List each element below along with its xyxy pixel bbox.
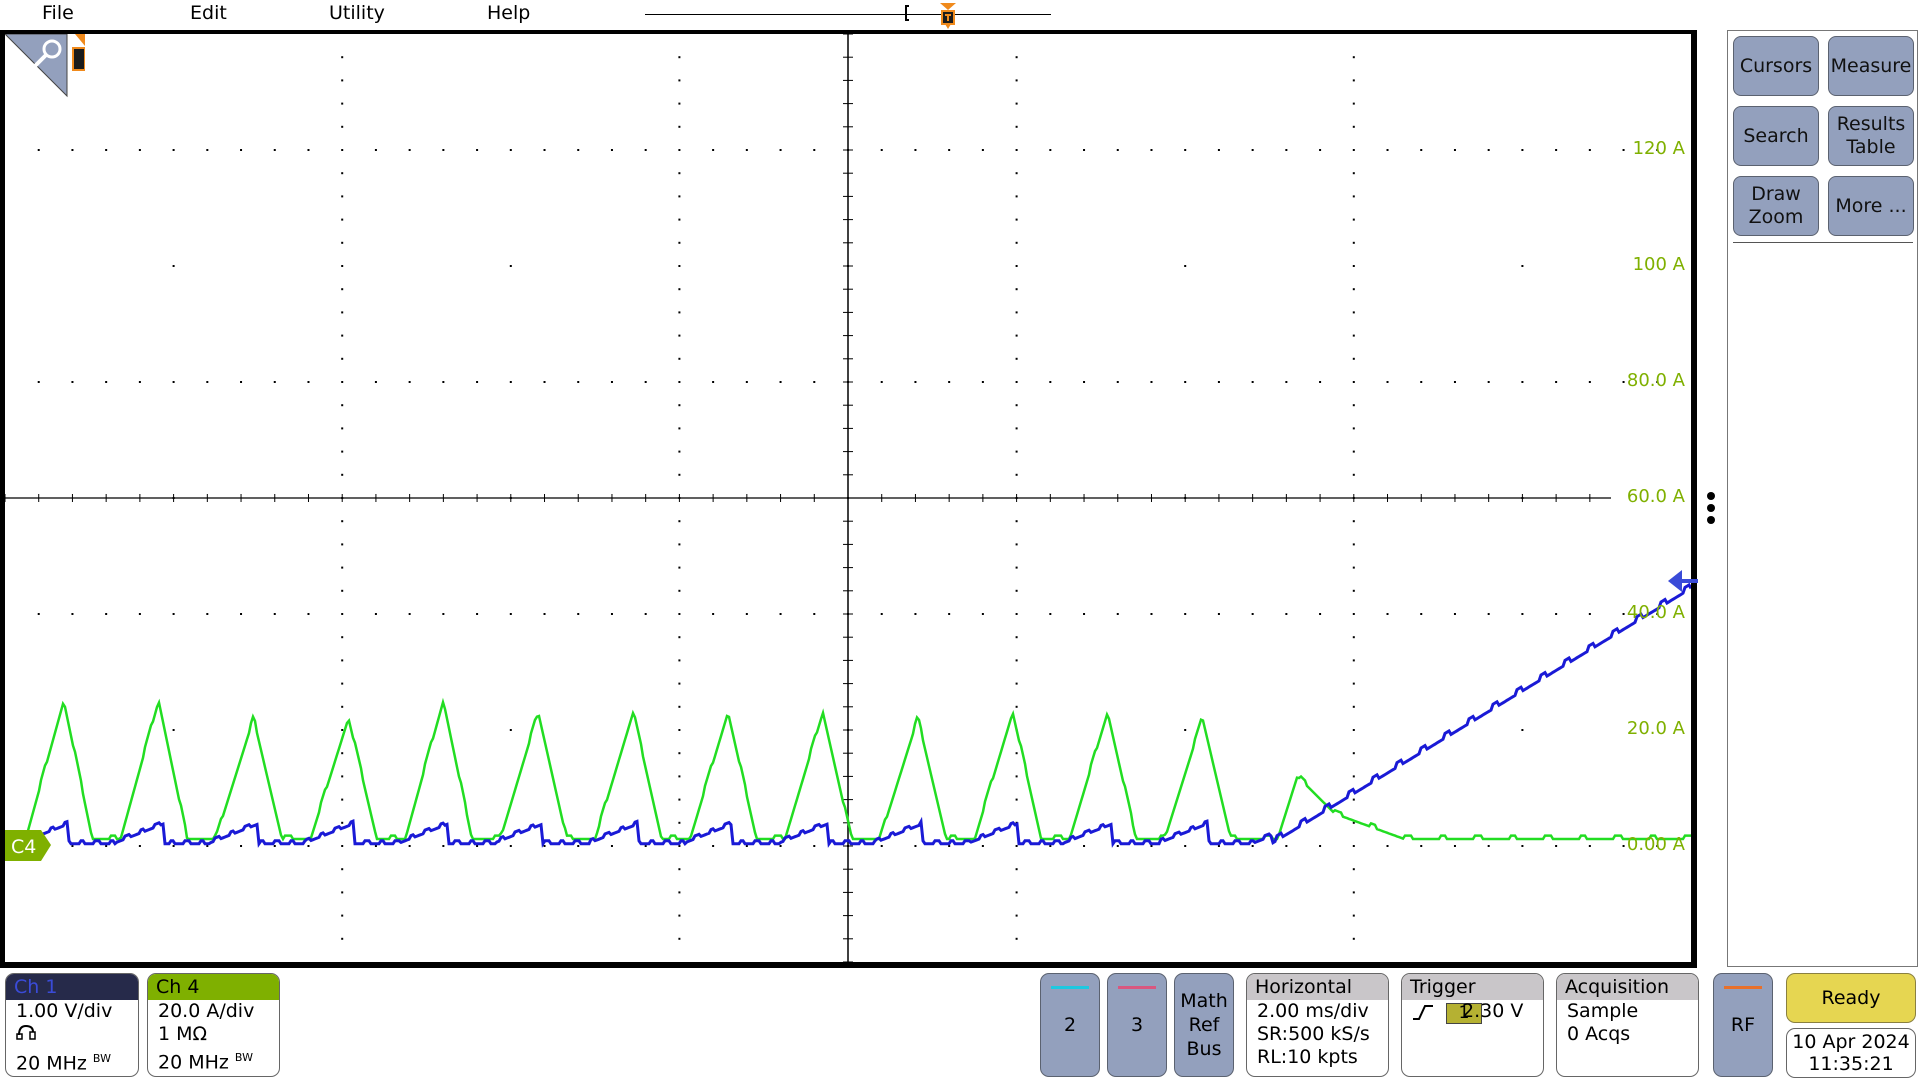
bandwidth-limit-icon: BW [92, 1052, 111, 1065]
ch4-bandwidth: 20 MHz BW [148, 1046, 279, 1074]
menu-help[interactable]: Help [487, 2, 530, 24]
results-table-label: Results Table [1836, 113, 1906, 158]
acquisition-title: Acquisition [1557, 974, 1698, 1000]
ch2-label: 2 [1063, 1014, 1077, 1036]
trigger-title: Trigger [1410, 976, 1476, 998]
rf-button[interactable]: RF [1713, 973, 1773, 1077]
ch3-button[interactable]: 3 [1107, 973, 1167, 1077]
ch1-trace [5, 582, 1691, 848]
search-button-label: Search [1743, 124, 1809, 147]
ch3-label: 3 [1130, 1014, 1144, 1036]
scale-label: 120 A [1632, 138, 1685, 159]
ch4-scale: 20.0 A/div [158, 1000, 255, 1022]
scale-label: 0.00 A [1626, 834, 1685, 855]
menu-edit[interactable]: Edit [190, 2, 227, 24]
math-label: Math [1180, 990, 1228, 1012]
more-button[interactable]: More ... [1828, 176, 1914, 236]
date: 10 Apr 2024 [1792, 1031, 1910, 1053]
ch1-badge[interactable]: Ch 1 1.00 V/div 20 MHz BW [5, 973, 139, 1077]
zoom-corner-button[interactable] [5, 34, 85, 114]
cursors-button[interactable]: Cursors [1733, 36, 1819, 96]
trigger-position-icon[interactable] [938, 1, 958, 31]
record-timeline[interactable] [645, 14, 1051, 15]
ch2-color-bar [1051, 986, 1089, 989]
ch1-probe-row [6, 1023, 138, 1047]
ch4-offset-marker[interactable]: C4 [5, 830, 51, 861]
draw-zoom-button[interactable]: Draw Zoom [1733, 176, 1819, 236]
time: 11:35:21 [1808, 1053, 1894, 1075]
ch4-title: Ch 4 [148, 974, 279, 1000]
acquisition-badge[interactable]: Acquisition Sample 0 Acqs [1556, 973, 1699, 1077]
scale-label: 60.0 A [1626, 486, 1685, 507]
bus-label: Bus [1186, 1038, 1222, 1060]
acquisition-mode: Sample [1567, 1000, 1639, 1022]
scale-label: 80.0 A [1626, 370, 1685, 391]
date-time[interactable]: 10 Apr 2024 11:35:21 [1786, 1028, 1916, 1078]
ch3-color-bar [1118, 986, 1156, 989]
trigger-level: 2.30 V [1462, 1000, 1524, 1022]
ch4-impedance: 1 MΩ [158, 1023, 208, 1045]
ch1-bandwidth: 20 MHz BW [6, 1047, 138, 1075]
ch1-title: Ch 1 [6, 974, 138, 1000]
ch2-button[interactable]: 2 [1040, 973, 1100, 1077]
trigger-badge[interactable]: Trigger1 2.30 V [1401, 973, 1544, 1077]
probe-icon [16, 1024, 36, 1040]
ch1-offset-arrow-icon[interactable] [1668, 568, 1698, 594]
dot-icon [1707, 492, 1715, 500]
bandwidth-limit-icon: BW [234, 1051, 253, 1064]
acquisition-count: 0 Acqs [1567, 1023, 1631, 1045]
dot-icon [1707, 516, 1715, 524]
horizontal-badge[interactable]: Horizontal 2.00 ms/div SR:500 kS/s RL:10… [1246, 973, 1389, 1077]
menu-file[interactable]: File [42, 2, 74, 24]
draw-zoom-label: Draw Zoom [1748, 183, 1804, 228]
trigger-header: Trigger1 [1402, 974, 1543, 1024]
rf-color-bar [1724, 986, 1762, 989]
results-bar: Cursors Measure Search Results Table Dra… [1727, 30, 1918, 967]
acquisition-status[interactable]: Ready [1786, 973, 1916, 1023]
horizontal-scale: 2.00 ms/div [1257, 1000, 1369, 1022]
waveform-graticule[interactable]: 120 A 100 A 80.0 A 60.0 A 40.0 A 20.0 A … [5, 34, 1691, 962]
trigger-level-row: 2.30 V [1402, 1000, 1543, 1023]
record-length: RL:10 kpts [1257, 1046, 1358, 1068]
ref-label: Ref [1188, 1014, 1220, 1036]
ch4-trace [5, 697, 1691, 842]
horizontal-title: Horizontal [1247, 974, 1388, 1000]
math-ref-bus-button[interactable]: Math Ref Bus [1174, 973, 1234, 1077]
ch4-badge[interactable]: Ch 4 20.0 A/div 1 MΩ 20 MHz BW [147, 973, 280, 1077]
menu-utility[interactable]: Utility [329, 2, 385, 24]
results-table-button[interactable]: Results Table [1828, 106, 1914, 166]
dot-icon [1707, 504, 1715, 512]
scale-label: 100 A [1632, 254, 1685, 275]
rf-label: RF [1730, 1014, 1756, 1036]
ch4-marker-label: C4 [11, 836, 36, 858]
scale-label: 20.0 A [1626, 718, 1685, 739]
ch1-bw-value: 20 MHz [16, 1052, 87, 1075]
search-button[interactable]: Search [1733, 106, 1819, 166]
record-view-bracket [905, 5, 909, 21]
panel-divider [1733, 242, 1913, 243]
panel-resize-handle[interactable] [1707, 492, 1717, 528]
menu-bar: File Edit Utility Help [0, 0, 1920, 30]
measure-button[interactable]: Measure [1828, 36, 1914, 96]
waveform-traces [5, 582, 1691, 848]
rising-edge-icon [1413, 1004, 1433, 1020]
ch4-bw-value: 20 MHz [158, 1051, 229, 1074]
ch1-scale: 1.00 V/div [16, 1000, 113, 1022]
scale-label: 40.0 A [1626, 602, 1685, 623]
sample-rate: SR:500 kS/s [1257, 1023, 1370, 1045]
